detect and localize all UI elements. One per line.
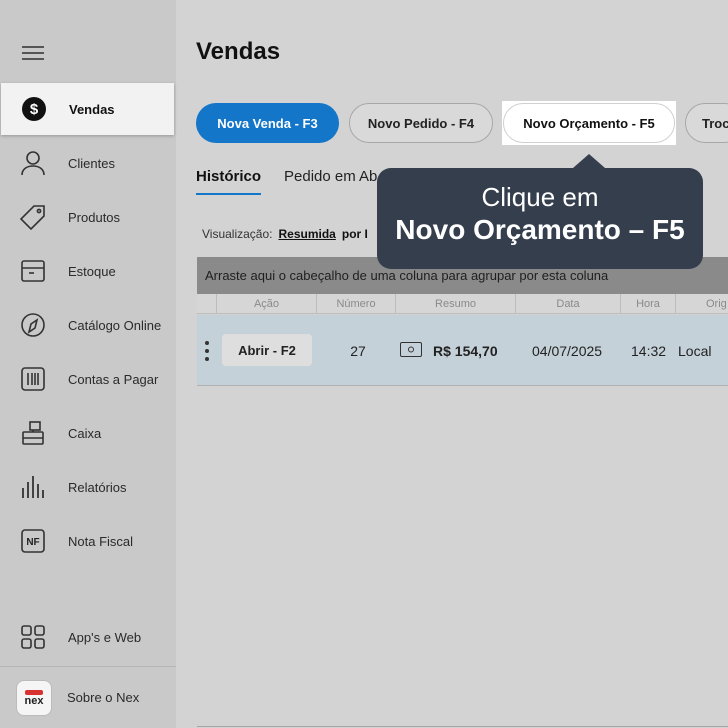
sidebar-item-label: Caixa <box>68 425 102 441</box>
sidebar-item-relatorios[interactable]: Relatórios <box>0 460 176 514</box>
column-header-acao[interactable]: Ação <box>216 294 316 314</box>
column-header-hora[interactable]: Hora <box>620 294 675 314</box>
abrir-button[interactable]: Abrir - F2 <box>222 334 312 366</box>
cell-resumo: R$ 154,70 <box>433 342 498 359</box>
grid-bottom-border <box>197 726 728 727</box>
sidebar-item-label: Produtos <box>68 209 121 225</box>
nova-venda-button[interactable]: Nova Venda - F3 <box>196 103 339 143</box>
sidebar-item-label: App's e Web <box>68 629 142 645</box>
column-header-data[interactable]: Data <box>515 294 620 314</box>
sidebar-item-produtos[interactable]: Produtos <box>0 190 176 244</box>
barcode-icon <box>20 366 46 392</box>
sidebar-item-caixa[interactable]: Caixa <box>0 406 176 460</box>
sidebar-item-label: Contas a Pagar <box>68 371 159 387</box>
cash-register-icon <box>20 420 46 446</box>
sidebar-item-apps-e-web[interactable]: App's e Web <box>0 610 176 664</box>
sidebar-item-label: Estoque <box>68 263 116 279</box>
novo-pedido-button[interactable]: Novo Pedido - F4 <box>349 103 493 143</box>
table-row[interactable]: Abrir - F2 27 R$ 154,70 04/07/2025 14:32… <box>197 315 728 386</box>
box-icon <box>20 258 46 284</box>
tag-icon <box>20 204 46 230</box>
sidebar-item-clientes[interactable]: Clientes <box>0 136 176 190</box>
sidebar-item-estoque[interactable]: Estoque <box>0 244 176 298</box>
troca-button[interactable]: Troc <box>685 103 728 143</box>
menu-icon[interactable] <box>22 46 44 62</box>
sidebar: $ Vendas Clientes Produtos Estoque Catál… <box>0 0 176 728</box>
tutorial-tooltip: Clique em Novo Orçamento – F5 <box>377 154 703 269</box>
more-options-icon[interactable] <box>204 341 210 361</box>
column-header-origem[interactable]: Orig <box>675 294 728 314</box>
grid-header: Ação Número Resumo Data Hora Orig <box>197 294 728 314</box>
bar-report-icon <box>20 474 46 500</box>
sidebar-item-label: Catálogo Online <box>68 317 162 333</box>
dollar-coin-icon: $ <box>21 96 47 122</box>
sidebar-item-contas-a-pagar[interactable]: Contas a Pagar <box>0 352 176 406</box>
sidebar-item-label: Nota Fiscal <box>68 533 134 549</box>
sidebar-item-vendas[interactable]: $ Vendas <box>1 83 174 135</box>
column-header-numero[interactable]: Número <box>316 294 395 314</box>
tab-pedido-em-aberto[interactable]: Pedido em Ab <box>284 168 377 193</box>
novo-orcamento-button[interactable]: Novo Orçamento - F5 <box>503 103 675 143</box>
sidebar-divider <box>0 666 176 667</box>
sidebar-item-nota-fiscal[interactable]: NF Nota Fiscal <box>0 514 176 568</box>
cell-hora: 14:32 <box>631 342 667 359</box>
view-selector: Visualização: Resumida por I <box>202 227 368 241</box>
catalog-icon <box>20 312 46 338</box>
sidebar-item-label: Relatórios <box>68 479 127 495</box>
cell-numero: 27 <box>350 342 366 359</box>
page-title: Vendas <box>196 38 281 65</box>
cell-data: 04/07/2025 <box>532 342 603 359</box>
tab-historico[interactable]: Histórico <box>196 168 262 195</box>
sidebar-item-label: Clientes <box>68 155 115 171</box>
tooltip-line-2: Novo Orçamento – F5 <box>395 214 685 245</box>
cell-origem: Local <box>678 342 712 359</box>
view-label: Visualização: <box>202 227 273 241</box>
sidebar-item-label: Vendas <box>69 101 115 117</box>
money-icon <box>400 342 422 357</box>
apps-grid-icon <box>20 624 46 650</box>
person-icon <box>20 150 46 176</box>
view-option-resumida[interactable]: Resumida <box>279 227 336 241</box>
svg-text:NF: NF <box>26 537 39 548</box>
nex-logo-icon[interactable]: nex <box>16 680 52 716</box>
svg-text:$: $ <box>30 101 39 118</box>
nex-logo-text: nex <box>24 694 44 707</box>
tooltip-line-1: Clique em <box>481 182 599 212</box>
sidebar-item-catalogo-online[interactable]: Catálogo Online <box>0 298 176 352</box>
view-option-por[interactable]: por I <box>342 227 368 241</box>
nf-icon: NF <box>20 528 46 554</box>
column-header-resumo[interactable]: Resumo <box>395 294 515 314</box>
sidebar-item-label: Sobre o Nex <box>67 689 140 705</box>
